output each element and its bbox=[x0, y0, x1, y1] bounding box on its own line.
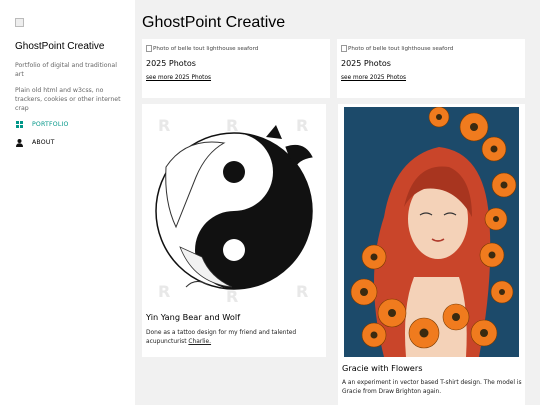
photo-image[interactable]: Photo of belle tout lighthouse seaford bbox=[146, 45, 326, 52]
site-note: Plain old html and w3css, no trackers, c… bbox=[15, 87, 121, 112]
photo-card: Photo of belle tout lighthouse seaford 2… bbox=[142, 39, 330, 98]
broken-image-icon bbox=[146, 45, 152, 52]
nav-portfolio[interactable]: PORTFOLIO bbox=[15, 120, 125, 129]
art-card-description: Done as a tattoo design for my friend an… bbox=[146, 329, 322, 347]
user-icon bbox=[15, 138, 24, 147]
photo-card: Photo of belle tout lighthouse seaford 2… bbox=[337, 39, 525, 98]
art-card-description: A an experiment in vector based T-shirt … bbox=[342, 380, 522, 395]
charlie-link[interactable]: Charlie. bbox=[188, 339, 211, 345]
art-card: Gracie with Flowers A an experiment in v… bbox=[338, 104, 525, 405]
svg-text:R: R bbox=[158, 116, 170, 135]
desc-text: Done as a tattoo design for my friend an… bbox=[146, 330, 297, 345]
photo-card-heading: 2025 Photos bbox=[146, 59, 196, 68]
gracie-artwork[interactable] bbox=[344, 107, 519, 357]
photo-image[interactable]: Photo of belle tout lighthouse seaford bbox=[341, 45, 521, 52]
grid-icon bbox=[15, 120, 24, 129]
site-tagline: Portfolio of digital and traditional art bbox=[15, 62, 117, 78]
nav-about-label: ABOUT bbox=[32, 139, 55, 146]
page-title: GhostPoint Creative bbox=[142, 14, 286, 31]
art-card-title: Yin Yang Bear and Wolf bbox=[146, 312, 241, 322]
svg-text:R: R bbox=[296, 116, 308, 135]
site-title: GhostPoint Creative bbox=[15, 41, 105, 52]
photo-card-heading: 2025 Photos bbox=[341, 59, 391, 68]
see-more-link[interactable]: see more 2025 Photos bbox=[341, 75, 521, 81]
logo-image[interactable] bbox=[15, 18, 24, 27]
sidebar: GhostPoint Creative Portfolio of digital… bbox=[0, 0, 135, 405]
svg-text:R: R bbox=[296, 282, 308, 301]
svg-text:R: R bbox=[226, 116, 238, 135]
main-content: GhostPoint Creative Photo of belle tout … bbox=[142, 0, 540, 405]
photo-alt-text: Photo of belle tout lighthouse seaford bbox=[348, 45, 454, 52]
art-card-title: Gracie with Flowers bbox=[342, 363, 423, 373]
yin-yang-artwork[interactable]: RRR RR RRR bbox=[146, 107, 322, 307]
svg-text:R: R bbox=[226, 287, 238, 306]
svg-text:R: R bbox=[158, 282, 170, 301]
art-card: RRR RR RRR Yin Yang Bear and Wolf Done a… bbox=[142, 104, 326, 357]
see-more-link[interactable]: see more 2025 Photos bbox=[146, 75, 326, 81]
photo-alt-text: Photo of belle tout lighthouse seaford bbox=[153, 45, 259, 52]
nav-portfolio-label: PORTFOLIO bbox=[32, 121, 69, 128]
broken-image-icon bbox=[341, 45, 347, 52]
nav-about[interactable]: ABOUT bbox=[15, 138, 125, 147]
